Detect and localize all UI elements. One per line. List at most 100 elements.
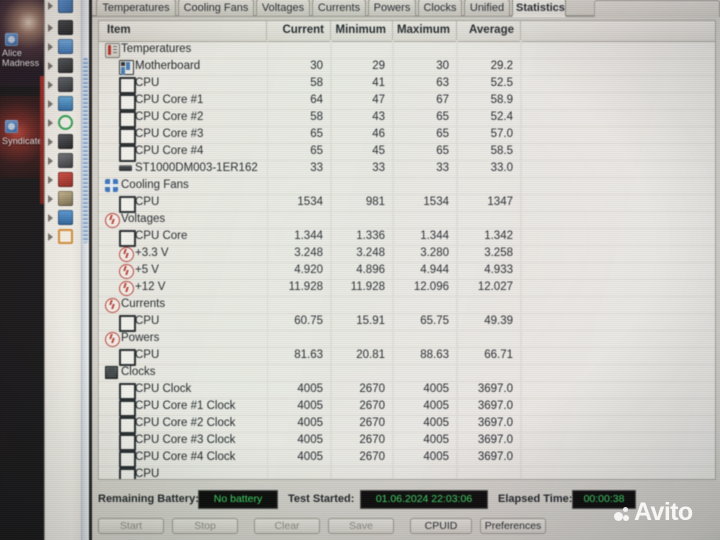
stop-button[interactable]: Stop	[172, 518, 238, 534]
chevron-right-icon[interactable]	[48, 2, 53, 10]
preferences-button[interactable]: Preferences	[480, 518, 546, 534]
cell-average: 3697.0	[457, 415, 521, 432]
table-group-row[interactable]: Cooling Fans	[99, 177, 715, 195]
cell-maximum	[393, 330, 457, 347]
cell-average: 3697.0	[457, 449, 521, 466]
row-label: CPU	[135, 75, 159, 92]
table-group-row[interactable]: Powers	[99, 330, 715, 348]
table-row[interactable]: ST1000DM003-1ER16233333333.0	[99, 160, 715, 178]
bolt-icon	[119, 281, 134, 296]
table-group-row[interactable]: Clocks	[99, 364, 715, 382]
chevron-right-icon[interactable]	[48, 100, 53, 108]
column-header-item[interactable]: Item	[99, 21, 267, 40]
save-button[interactable]: Save	[328, 518, 394, 534]
device-tree-panel[interactable]	[44, 0, 89, 540]
tab-statistics[interactable]: Statistics	[512, 0, 566, 17]
tab-powers[interactable]: Powers	[368, 0, 416, 16]
table-row[interactable]: Motherboard30293029.2	[99, 58, 715, 76]
portable-device-icon	[58, 20, 73, 35]
table-row[interactable]: CPU81.6320.8188.6366.71	[99, 347, 715, 365]
cell-maximum	[393, 364, 457, 381]
table-row[interactable]: CPU Core1.3441.3361.3441.342	[99, 228, 715, 246]
chevron-right-icon[interactable]	[48, 138, 53, 146]
chevron-right-icon[interactable]	[48, 24, 53, 32]
cpuid-button[interactable]: CPUID	[410, 518, 472, 534]
chevron-right-icon[interactable]	[48, 43, 53, 51]
table-row[interactable]: CPU Core #3 Clock4005267040053697.0	[99, 432, 715, 450]
table-row[interactable]: CPU Core #4 Clock4005267040053697.0	[99, 449, 715, 467]
tab-clocks[interactable]: Clocks	[418, 0, 462, 16]
cell-minimum: 2670	[331, 449, 393, 466]
row-label: CPU Core #4	[135, 143, 203, 160]
table-group-row[interactable]: Voltages	[99, 211, 715, 229]
column-header-minimum[interactable]: Minimum	[331, 21, 393, 40]
cell-maximum	[393, 296, 457, 313]
table-row[interactable]: CPU Clock4005267040053697.0	[99, 381, 715, 399]
table-group-row[interactable]: Temperatures	[99, 41, 715, 59]
row-label: CPU	[135, 466, 159, 480]
cell-minimum: 47	[331, 92, 393, 109]
clear-button[interactable]: Clear	[254, 518, 320, 534]
bolt-icon	[105, 332, 120, 347]
row-label: Temperatures	[121, 41, 191, 58]
harddisk-icon	[119, 165, 132, 171]
table-row[interactable]: CPU Core #258436552.4	[99, 109, 715, 127]
table-group-row[interactable]: Currents	[99, 296, 715, 314]
tree-scrollbar[interactable]	[81, 0, 89, 540]
cell-maximum: 33	[393, 160, 457, 177]
cell-minimum: 981	[331, 194, 393, 211]
table-row[interactable]: CPU Core #164476758.9	[99, 92, 715, 110]
game-icon-2[interactable]	[5, 120, 18, 133]
cell-average: 3.258	[457, 245, 521, 262]
bolt-icon	[105, 298, 120, 313]
remaining-battery-label: Remaining Battery:	[98, 493, 199, 505]
chevron-right-icon[interactable]	[48, 62, 53, 70]
cell-average	[457, 466, 521, 480]
cell-maximum: 63	[393, 75, 457, 92]
monitor-photo: Alice Madness Syndicate	[0, 0, 720, 540]
table-row[interactable]: CPU Core #1 Clock4005267040053697.0	[99, 398, 715, 416]
tab-unified[interactable]: Unified	[464, 0, 510, 16]
chevron-right-icon[interactable]	[48, 157, 53, 165]
cell-maximum: 4005	[393, 449, 457, 466]
table-row[interactable]: CPU Core #2 Clock4005267040053697.0	[99, 415, 715, 433]
table-row[interactable]: +12 V11.92811.92812.09612.027	[99, 279, 715, 297]
column-header-average[interactable]: Average	[457, 21, 521, 40]
printer-icon	[58, 191, 73, 206]
table-row[interactable]: CPU Core #365466557.0	[99, 126, 715, 144]
tab-currents[interactable]: Currents	[312, 0, 366, 16]
column-header-maximum[interactable]: Maximum	[393, 21, 457, 40]
clocks-icon	[105, 366, 118, 379]
table-row[interactable]: CPU58416352.5	[99, 75, 715, 93]
column-header-current[interactable]: Current	[267, 21, 331, 40]
chevron-right-icon[interactable]	[48, 195, 53, 203]
chevron-right-icon[interactable]	[48, 81, 53, 89]
cell-minimum: 2670	[331, 415, 393, 432]
start-button[interactable]: Start	[98, 518, 164, 534]
table-row[interactable]: CPU Core #465456558.5	[99, 143, 715, 161]
cell-minimum: 43	[331, 109, 393, 126]
tab-temperatures[interactable]: Temperatures	[96, 0, 176, 16]
chevron-right-icon[interactable]	[48, 214, 53, 222]
chevron-right-icon[interactable]	[48, 119, 53, 127]
chevron-right-icon[interactable]	[48, 176, 53, 184]
cell-maximum	[393, 177, 457, 194]
game-icon-1[interactable]	[5, 33, 18, 46]
cell-average	[457, 41, 521, 58]
mouse-icon	[58, 77, 73, 92]
tab-voltages[interactable]: Voltages	[256, 0, 310, 16]
chevron-right-icon[interactable]	[48, 233, 53, 241]
table-row[interactable]: CPU60.7515.9165.7549.39	[99, 313, 715, 331]
tab-cooling-fans[interactable]: Cooling Fans	[178, 0, 254, 16]
table-row[interactable]: CPU153498115341347	[99, 194, 715, 212]
row-label: CPU Core #3 Clock	[135, 432, 235, 449]
table-row[interactable]: +3.3 V3.2483.2483.2803.258	[99, 245, 715, 263]
cell-current: 64	[267, 92, 331, 109]
tree-scrollbar-thumb[interactable]	[83, 58, 88, 243]
test-started-label: Test Started:	[288, 493, 354, 505]
cell-maximum: 3.280	[393, 245, 457, 262]
table-row[interactable]: +5 V4.9204.8964.9444.933	[99, 262, 715, 280]
cell-average: 12.027	[457, 279, 521, 296]
table-row[interactable]: CPU	[99, 466, 715, 480]
cell-maximum: 88.63	[393, 347, 457, 364]
